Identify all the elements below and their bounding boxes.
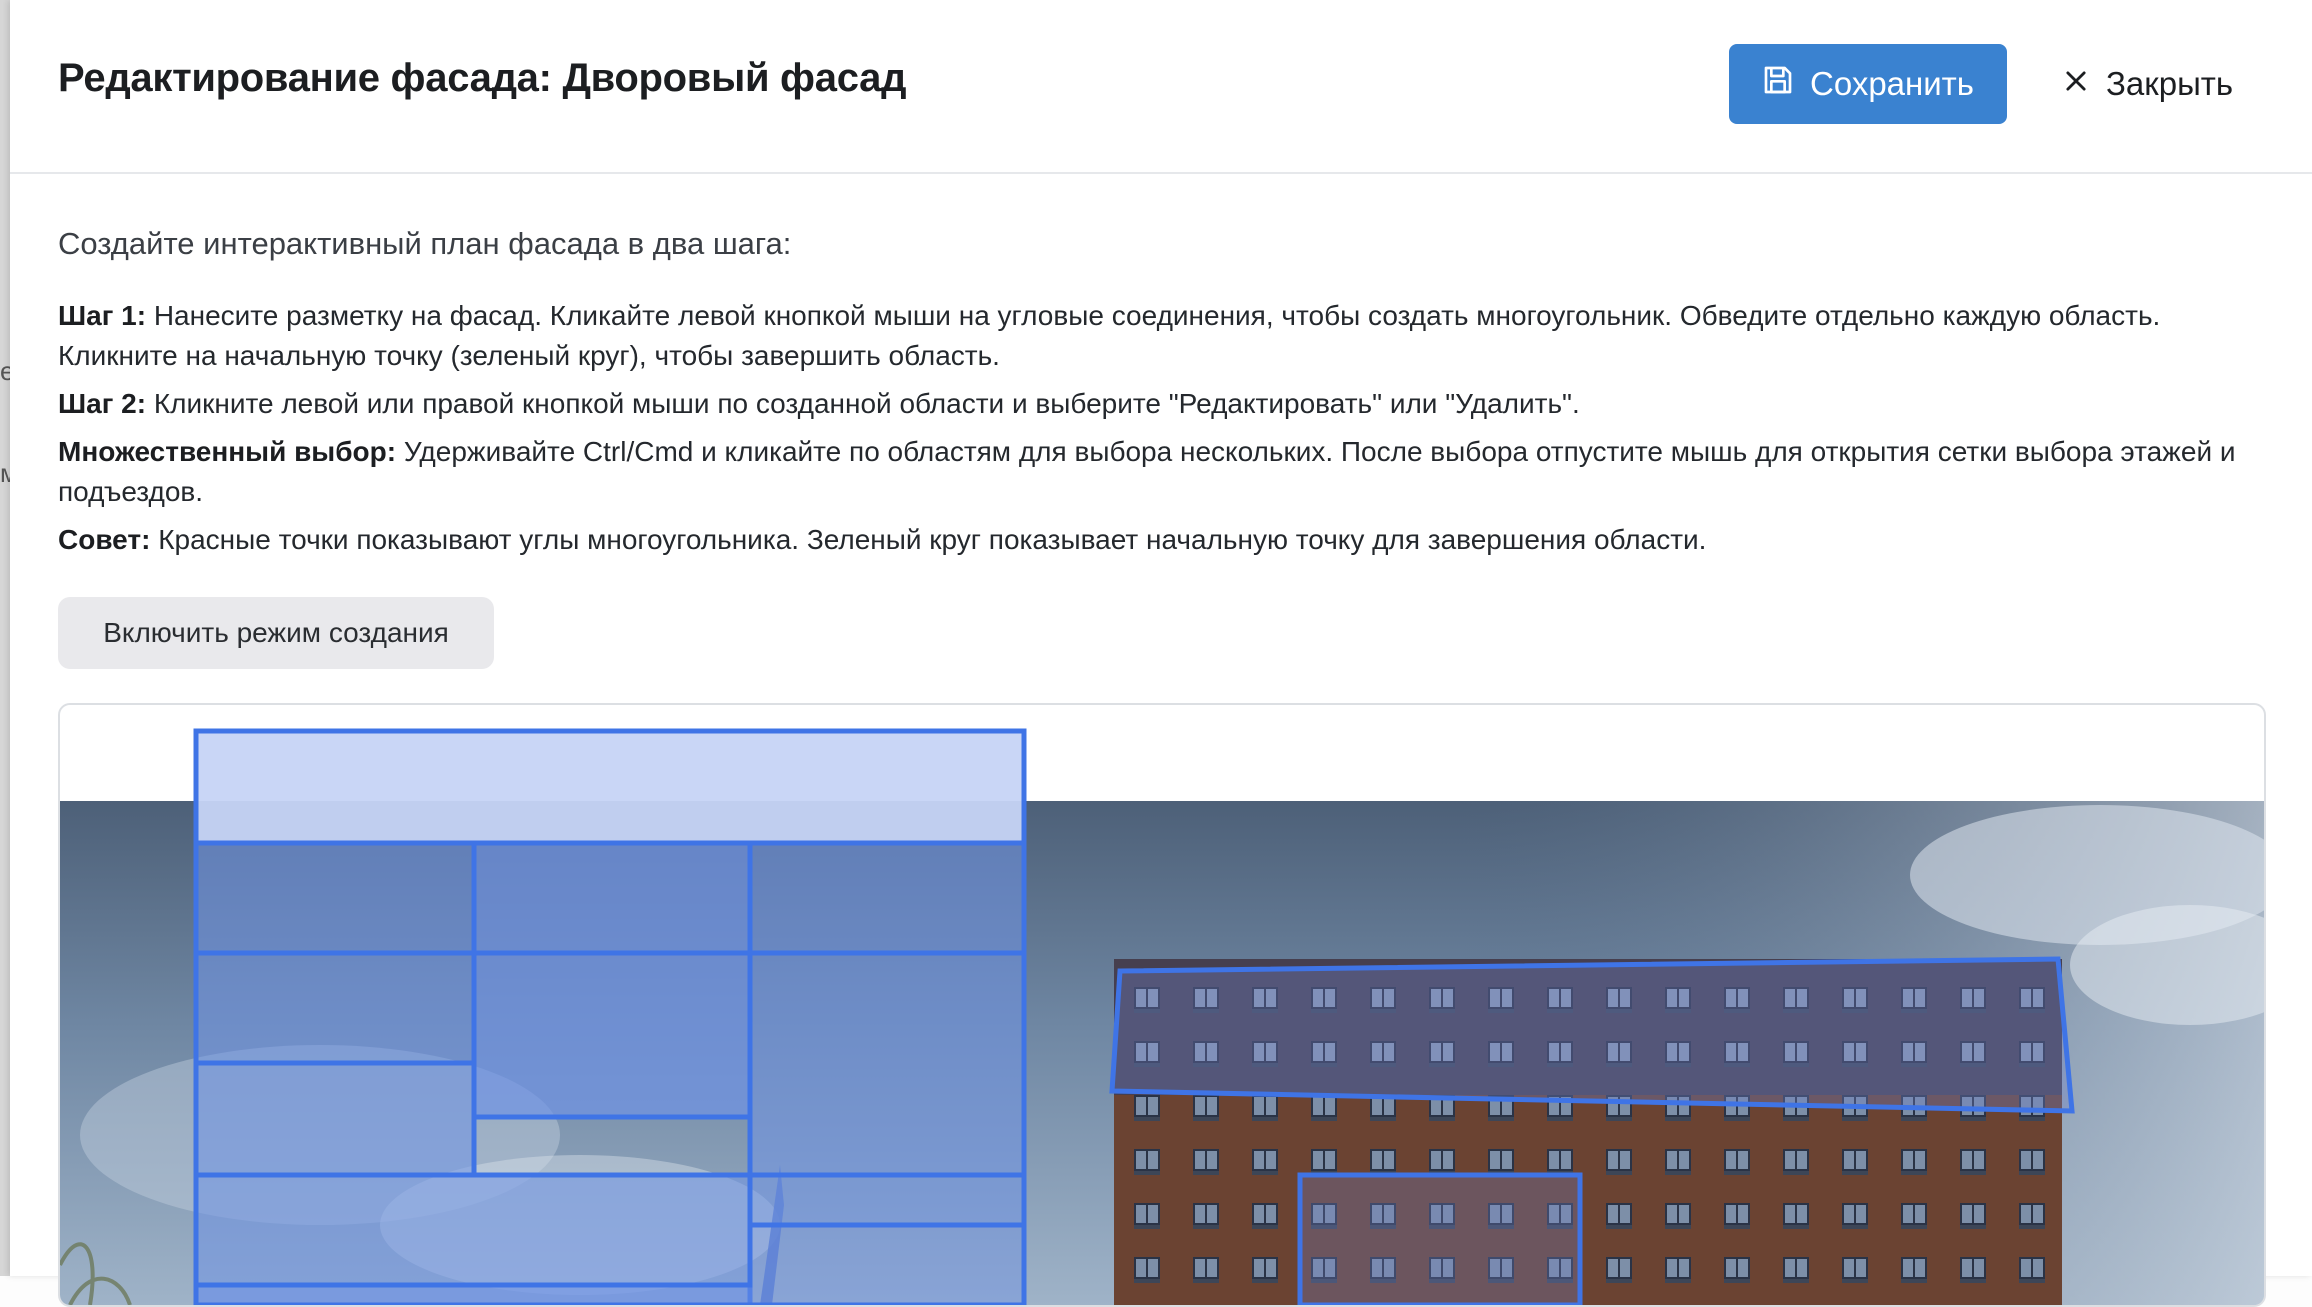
facade-canvas[interactable] [58,703,2266,1307]
step-label: Шаг 1: [58,300,147,331]
facade-polygon-row-1-c [747,840,1027,956]
facade-polygon-row-1-a [193,840,477,956]
step-label: Множественный выбор: [58,436,397,467]
close-button-label: Закрыть [2106,65,2234,102]
modal-title: Редактирование фасада: Дворовый фасад [58,56,907,100]
facade-polygon-row-2-b [471,950,753,1120]
facade-polygon-row-1-b [471,840,753,956]
step-text: Кликните левой или правой кнопкой мыши п… [146,388,1580,419]
facade-polygon-row-4-c [747,1172,1027,1228]
save-button-label: Сохранить [1810,65,1974,102]
close-icon [2062,65,2090,103]
facade-polygon-row-2-a [193,950,477,1066]
step-label: Шаг 2: [58,388,147,419]
facade-polygon-row-3-a [193,1060,477,1178]
facade-polygon-entrance [1297,1172,1583,1305]
save-button[interactable]: Сохранить [1729,44,2007,124]
instruction-multi-select: Множественный выбор: Удерживайте Ctrl/Cm… [58,432,2278,512]
instructions-intro: Создайте интерактивный план фасада в два… [58,226,792,261]
save-icon [1762,64,1794,104]
instruction-step-2: Шаг 2: Кликните левой или правой кнопкой… [58,384,2278,424]
instruction-tip: Совет: Красные точки показывают углы мно… [58,520,2278,560]
enable-create-mode-button[interactable]: Включить режим создания [58,597,494,669]
facade-polygon-building-top [1109,956,2075,1114]
facade-editor-modal: Редактирование фасада: Дворовый фасад Со… [10,0,2312,1307]
facade-image[interactable] [60,705,2264,1305]
close-button[interactable]: Закрыть [2056,44,2256,124]
facade-polygon-top [193,728,1027,846]
step-label: Совет: [58,524,151,555]
modal-header: Редактирование фасада: Дворовый фасад Со… [10,0,2312,174]
step-text: Красные точки показывают углы многоуголь… [150,524,1707,555]
backdrop-page-edge: е м [0,0,18,1276]
facade-polygon-row-2-c [747,950,1027,1178]
instruction-step-1: Шаг 1: Нанесите разметку на фасад. Клика… [58,296,2278,376]
step-text: Нанесите разметку на фасад. Кликайте лев… [58,300,2161,371]
